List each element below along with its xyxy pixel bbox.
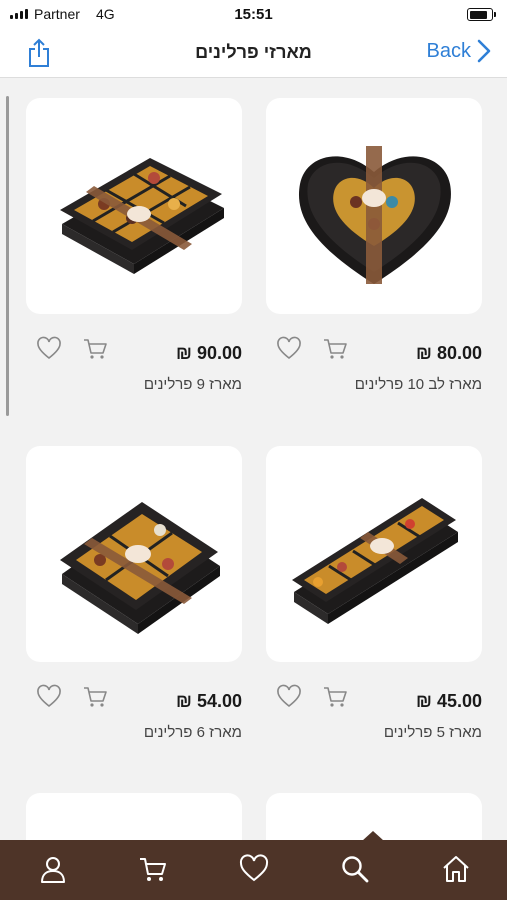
- back-button[interactable]: Back: [427, 39, 491, 63]
- cart-icon: [324, 687, 347, 707]
- tab-home[interactable]: [441, 854, 471, 884]
- navigation-bar: מארזי פרלינים Back: [0, 28, 507, 78]
- status-time: 15:51: [234, 6, 273, 23]
- add-to-cart-button[interactable]: [82, 684, 108, 710]
- add-to-cart-button[interactable]: [322, 336, 348, 362]
- heart-icon: [277, 684, 301, 708]
- chevron-right-icon: [477, 39, 491, 63]
- tab-search[interactable]: [340, 854, 370, 884]
- favorite-button[interactable]: [276, 684, 302, 710]
- search-icon: [342, 856, 369, 883]
- product-image[interactable]: [26, 98, 242, 314]
- product-name[interactable]: מארז לב 10 פרלינים: [355, 376, 482, 393]
- praline-box-9-image: [60, 158, 224, 274]
- product-price: ₪ 45.00: [416, 691, 482, 711]
- product-image[interactable]: [266, 98, 482, 314]
- heart-icon: [37, 684, 61, 708]
- status-bar: Partner 4G 15:51: [0, 0, 507, 28]
- heart-icon: [37, 336, 61, 360]
- product-name[interactable]: מארז 6 פרלינים: [144, 724, 242, 741]
- add-to-cart-button[interactable]: [322, 684, 348, 710]
- product-card[interactable]: ₪ 90.00 מארז 9 פרלינים: [26, 98, 242, 393]
- product-card[interactable]: ₪ 54.00 מארז 6 פרלינים: [26, 446, 242, 741]
- tab-cart[interactable]: [138, 854, 168, 884]
- cart-icon: [84, 687, 107, 707]
- cart-icon: [84, 339, 107, 359]
- product-image[interactable]: [266, 446, 482, 662]
- heart-icon: [277, 336, 301, 360]
- battery-icon: [467, 8, 496, 21]
- praline-heart-box-image: [298, 146, 451, 284]
- user-icon: [41, 857, 65, 883]
- product-price: ₪ 90.00: [176, 343, 242, 363]
- product-name[interactable]: מארז 9 פרלינים: [144, 376, 242, 393]
- product-image[interactable]: [26, 446, 242, 662]
- cart-icon: [140, 858, 166, 881]
- back-label: Back: [426, 39, 471, 62]
- home-icon: [443, 856, 469, 882]
- product-card[interactable]: ₪ 45.00 מארז 5 פרלינים: [266, 446, 482, 741]
- praline-box-6-image: [60, 502, 220, 634]
- scroll-indicator[interactable]: [6, 96, 9, 416]
- cart-icon: [324, 339, 347, 359]
- praline-box-5-image: [292, 498, 458, 624]
- favorite-button[interactable]: [276, 336, 302, 362]
- tab-profile[interactable]: [38, 854, 68, 884]
- product-price: ₪ 80.00: [416, 343, 482, 363]
- tab-favorites[interactable]: [239, 854, 269, 884]
- product-card[interactable]: ₪ 80.00 מארז לב 10 פרלינים: [266, 98, 482, 393]
- favorite-button[interactable]: [36, 684, 62, 710]
- favorite-button[interactable]: [36, 336, 62, 362]
- product-name[interactable]: מארז 5 פרלינים: [384, 724, 482, 741]
- heart-icon: [239, 854, 269, 882]
- bottom-tab-bar: [0, 840, 507, 900]
- add-to-cart-button[interactable]: [82, 336, 108, 362]
- product-price: ₪ 54.00: [176, 691, 242, 711]
